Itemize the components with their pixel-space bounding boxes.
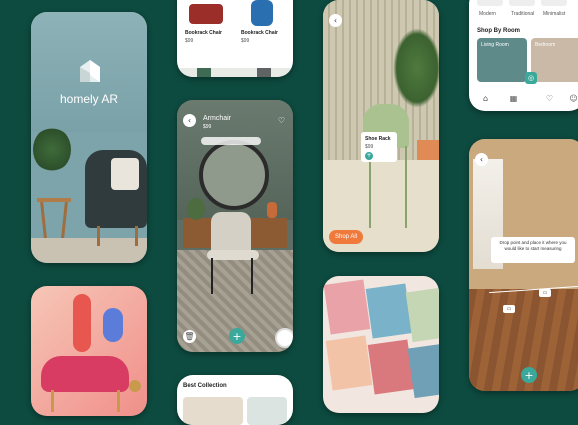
vase	[267, 202, 277, 218]
style-chip[interactable]	[477, 0, 503, 6]
armchair-ar-screen: ‹ Armchair $99 ♡ 🗑 +	[177, 100, 293, 352]
room-label: Living Room	[481, 42, 509, 48]
instruction-tooltip: Drop point and place it where you would …	[491, 237, 575, 263]
product-name: Bookrack Chair	[185, 30, 222, 36]
shoe-rack-screen: ‹ Shoe Rack $99 + Shop All	[323, 0, 439, 252]
style-label: Traditional	[511, 11, 535, 17]
chevron-left-icon[interactable]: ‹	[183, 114, 196, 127]
grey-chair-thumb	[257, 68, 271, 77]
homely-logo-icon	[80, 60, 100, 82]
room-card[interactable]: Bedroom	[531, 38, 578, 82]
pink-chair-screen	[31, 286, 147, 416]
bottom-strip	[177, 68, 293, 77]
pink-panel	[73, 294, 91, 352]
green-chair-thumb	[197, 68, 211, 77]
user-icon[interactable]: ☺	[567, 92, 578, 105]
product-price: $99	[185, 38, 194, 44]
section-title: Shop By Room	[477, 28, 520, 34]
shutter-icon[interactable]	[275, 328, 293, 348]
measure-screen: ‹ Drop point and place it where you woul…	[469, 139, 578, 391]
plant	[33, 127, 71, 172]
item-price: $99	[203, 124, 212, 130]
product-card[interactable]: Bookrack Chair $99	[237, 0, 289, 48]
pink-armchair	[41, 356, 129, 392]
gold-ball	[129, 380, 141, 392]
collection-title: Best Collection	[183, 383, 227, 389]
grid-icon[interactable]: ▦	[507, 92, 520, 105]
collage-tile	[323, 279, 371, 335]
ruler-icon[interactable]: ▭	[503, 305, 515, 313]
room-card[interactable]: Living Room	[477, 38, 527, 82]
trash-icon[interactable]: 🗑	[183, 330, 196, 343]
ar-scan-icon[interactable]: ◎	[525, 72, 537, 84]
collage-screen	[323, 276, 439, 413]
style-label: Minimalist	[543, 11, 566, 17]
splash-screen: homely AR	[31, 12, 147, 263]
home-icon[interactable]: ⌂	[479, 92, 492, 105]
round-mirror	[199, 140, 269, 210]
shop-by-room-screen: Modern Traditional Minimalist Shop By Ro…	[469, 0, 578, 111]
popup-price: $99	[365, 144, 374, 150]
floor	[31, 238, 147, 263]
room-label: Bedroom	[535, 42, 556, 48]
brand-name: homely AR	[59, 92, 119, 106]
chevron-left-icon[interactable]: ‹	[329, 14, 342, 27]
popup-title: Shoe Rack	[365, 136, 391, 142]
style-chip[interactable]	[541, 0, 567, 6]
plant	[187, 198, 205, 220]
style-label: Modern	[479, 11, 496, 17]
style-chip[interactable]	[509, 0, 535, 6]
collage-tile	[405, 287, 439, 343]
product-price: $99	[241, 38, 250, 44]
ruler-icon[interactable]: ▭	[539, 289, 551, 297]
plus-icon[interactable]: +	[365, 152, 373, 160]
product-card[interactable]: Bookrack Chair $99	[181, 0, 233, 48]
heart-icon[interactable]: ♡	[275, 114, 288, 127]
blue-panel	[103, 308, 123, 342]
collection-thumb[interactable]	[247, 397, 287, 425]
blue-chair	[251, 0, 273, 26]
catalog-screen: Bookrack Chair $99 Bookrack Chair $99	[177, 0, 293, 77]
cushion	[111, 158, 139, 190]
plus-icon[interactable]: +	[229, 328, 245, 344]
product-name: Bookrack Chair	[241, 30, 278, 36]
plus-icon[interactable]: +	[521, 367, 537, 383]
collage-tile	[325, 335, 373, 391]
color-swatches[interactable]	[201, 137, 261, 145]
shop-all-label: Shop All	[335, 234, 358, 240]
red-sofa	[189, 4, 223, 24]
chevron-left-icon[interactable]: ‹	[475, 153, 488, 166]
instruction-text: Drop point and place it where you would …	[499, 240, 567, 251]
collection-screen: Best Collection	[177, 375, 293, 425]
collage-tile	[407, 343, 439, 399]
heart-icon[interactable]: ♡	[543, 92, 556, 105]
popup-card[interactable]: Shoe Rack $99 +	[361, 132, 397, 162]
shop-all-button[interactable]: Shop All	[329, 230, 364, 244]
item-title: Armchair	[203, 115, 232, 122]
collection-thumb[interactable]	[183, 397, 243, 425]
palm-plant	[393, 28, 439, 108]
